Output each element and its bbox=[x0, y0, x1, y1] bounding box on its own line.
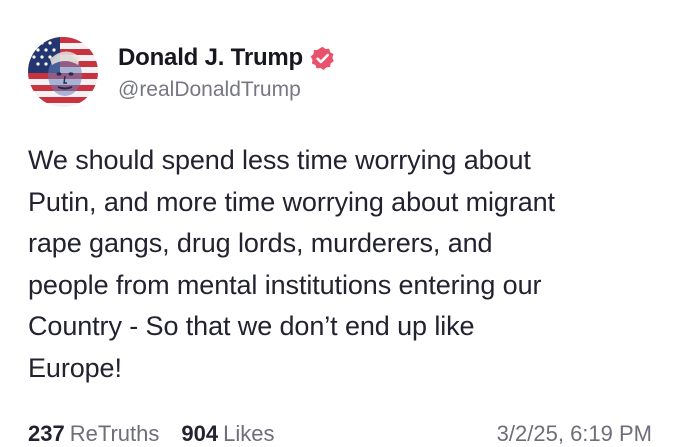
retruths-label: ReTruths bbox=[69, 421, 160, 446]
avatar[interactable] bbox=[28, 37, 98, 107]
likes-stat[interactable]: 904 Likes bbox=[181, 421, 274, 447]
display-name[interactable]: Donald J. Trump bbox=[118, 44, 303, 72]
handle[interactable]: @realDonaldTrump bbox=[118, 78, 336, 102]
likes-count: 904 bbox=[181, 421, 219, 446]
retruths-count: 237 bbox=[28, 421, 65, 446]
author-block: Donald J. Trump @realDonaldTrump bbox=[118, 44, 336, 102]
retruths-stat[interactable]: 237 ReTruths bbox=[28, 421, 159, 447]
verified-badge-icon bbox=[309, 45, 336, 72]
post-timestamp[interactable]: 3/2/25, 6:19 PM bbox=[497, 421, 652, 447]
post-text: We should spend less time worrying about… bbox=[28, 145, 555, 383]
name-row: Donald J. Trump bbox=[118, 44, 336, 72]
avatar-image bbox=[28, 37, 98, 107]
post-stats: 237 ReTruths 904 Likes 3/2/25, 6:19 PM bbox=[28, 421, 652, 447]
likes-label: Likes bbox=[223, 421, 275, 446]
